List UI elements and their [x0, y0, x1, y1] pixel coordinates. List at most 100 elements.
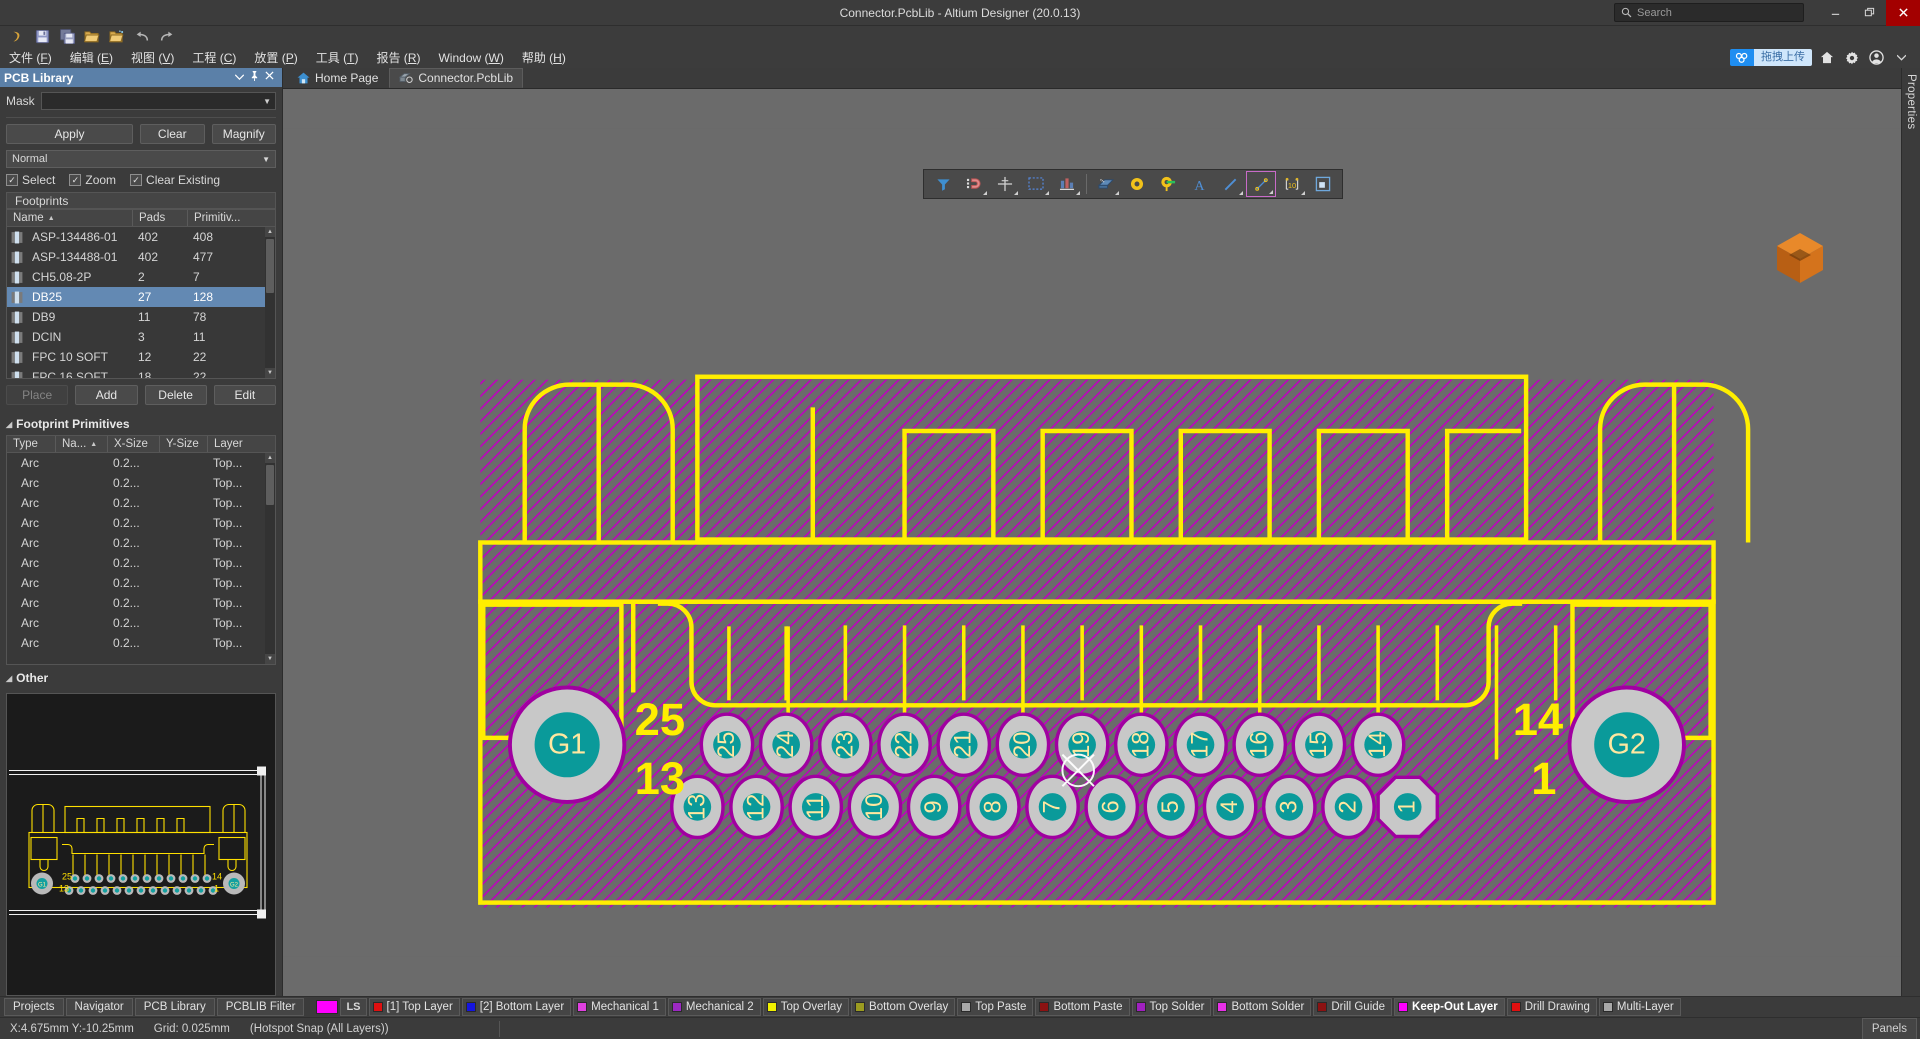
pad-1[interactable]: 1: [1376, 775, 1440, 839]
restore-button[interactable]: [1852, 0, 1886, 26]
mode-select[interactable]: Normal ▼: [6, 150, 276, 168]
document-tab[interactable]: Home Page: [287, 68, 388, 88]
upload-button[interactable]: 拖拽上传: [1730, 49, 1812, 66]
coordinate-icon[interactable]: 10: [1277, 171, 1307, 197]
primitives-column-header[interactable]: X-Size: [107, 436, 159, 452]
pad-22[interactable]: 22: [877, 712, 932, 778]
scroll-up-arrow[interactable]: ▲: [265, 227, 275, 237]
primitive-row[interactable]: Arc 0.2... Top...: [7, 553, 275, 573]
menu-item-9[interactable]: 帮助 (H): [513, 47, 575, 68]
footprint-primitives-header[interactable]: ◢ Footprint Primitives: [0, 411, 282, 435]
layer-tab-top-paste[interactable]: Top Paste: [957, 998, 1034, 1016]
save-icon[interactable]: [31, 27, 53, 46]
redo-icon[interactable]: [156, 27, 178, 46]
filter-icon[interactable]: [928, 171, 958, 197]
menu-item-6[interactable]: 工具 (T): [307, 47, 368, 68]
panel-tab-navigator[interactable]: Navigator: [65, 998, 133, 1016]
menu-item-5[interactable]: 放置 (P): [245, 47, 306, 68]
scroll-down-arrow[interactable]: ▼: [265, 654, 275, 664]
altium-logo-icon[interactable]: [6, 27, 28, 46]
magnify-button[interactable]: Magnify: [211, 124, 276, 144]
primitive-row[interactable]: Arc 0.2... Top...: [7, 533, 275, 553]
panel-tab-projects[interactable]: Projects: [4, 998, 64, 1016]
layer-tab-1-top-layer[interactable]: [1] Top Layer: [368, 998, 460, 1016]
dimension-icon[interactable]: [1246, 171, 1276, 197]
pad-20[interactable]: 20: [995, 712, 1051, 778]
pad-14[interactable]: 14: [1350, 712, 1406, 778]
layer-tab-drill-drawing[interactable]: Drill Drawing: [1506, 998, 1597, 1016]
layer-tab-drill-guide[interactable]: Drill Guide: [1313, 998, 1393, 1016]
layer-tab-top-overlay[interactable]: Top Overlay: [762, 998, 850, 1016]
undo-icon[interactable]: [131, 27, 153, 46]
footprint-row[interactable]: CH5.08-2P 2 7: [7, 267, 275, 287]
polygon-pour-icon[interactable]: [1308, 171, 1338, 197]
scroll-down-arrow[interactable]: ▼: [265, 368, 275, 378]
pin-icon[interactable]: [250, 71, 259, 84]
properties-tab[interactable]: Properties: [1905, 74, 1917, 129]
primitive-row[interactable]: Arc 0.2... Top...: [7, 513, 275, 533]
footprint-row[interactable]: DCIN 3 11: [7, 327, 275, 347]
pad-8[interactable]: 8: [965, 774, 1021, 840]
primitives-column-header[interactable]: Y-Size: [159, 436, 207, 452]
pcb-canvas[interactable]: A 10 25 24 23 22 21 20 19 18 17 16 15 14…: [283, 89, 1901, 996]
layer-tab-2-bottom-layer[interactable]: [2] Bottom Layer: [461, 998, 572, 1016]
footprint-row[interactable]: DB25 27 128: [7, 287, 275, 307]
pad-4[interactable]: 4: [1202, 774, 1258, 840]
pad-21[interactable]: 21: [936, 712, 992, 778]
primitives-column-header[interactable]: Na... ▲: [55, 436, 107, 452]
document-tab[interactable]: Connector.PcbLib: [389, 68, 524, 88]
layer-selector[interactable]: LS: [316, 998, 367, 1016]
clear-button[interactable]: Clear: [140, 124, 205, 144]
close-icon[interactable]: [265, 71, 274, 84]
save-all-icon[interactable]: [56, 27, 78, 46]
edit-button[interactable]: Edit: [213, 385, 276, 405]
pad-3[interactable]: 3: [1261, 774, 1317, 840]
pad-12[interactable]: 12: [729, 774, 784, 840]
primitive-row[interactable]: Arc 0.2... Top...: [7, 633, 275, 653]
db25-footprint-drawing[interactable]: 25 24 23 22 21 20 19 18 17 16 15 1413 12 11 10 9 8 7 6 5 4 3 2…: [283, 89, 1901, 996]
pad-icon[interactable]: [1153, 171, 1183, 197]
text-icon[interactable]: A: [1184, 171, 1214, 197]
pad-23[interactable]: 23: [817, 712, 873, 778]
primitives-scrollbar[interactable]: ▲ ▼: [265, 453, 275, 664]
primitive-row[interactable]: Arc 0.2... Top...: [7, 593, 275, 613]
layer-tab-bottom-overlay[interactable]: Bottom Overlay: [851, 998, 956, 1016]
pad-9[interactable]: 9: [906, 774, 962, 840]
snap-magnet-icon[interactable]: [959, 171, 989, 197]
pad-17[interactable]: 17: [1173, 712, 1228, 778]
layer-tab-bottom-solder[interactable]: Bottom Solder: [1213, 998, 1312, 1016]
menu-item-3[interactable]: 视图 (V): [122, 47, 183, 68]
footprints-table-body[interactable]: ▲ ▼ ASP-134486-01 402 408 ASP-134488-01 402 4…: [7, 227, 275, 378]
scroll-up-arrow[interactable]: ▲: [265, 453, 275, 463]
primitive-row[interactable]: Arc 0.2... Top...: [7, 573, 275, 593]
open-folder-icon[interactable]: [81, 27, 103, 46]
add-button[interactable]: Add: [75, 385, 138, 405]
scroll-thumb[interactable]: [266, 239, 274, 293]
pad-25[interactable]: 25: [699, 712, 755, 778]
checkbox-select[interactable]: ✓ Select: [6, 173, 55, 187]
footprints-column-header[interactable]: Primitiv...: [187, 210, 267, 226]
checkbox-clear-existing[interactable]: ✓ Clear Existing: [130, 173, 220, 187]
panels-button[interactable]: Panels: [1861, 1017, 1917, 1039]
chevron-down-icon[interactable]: [1891, 48, 1912, 67]
close-button[interactable]: [1886, 0, 1920, 26]
layer-tab-keep-out-layer[interactable]: Keep-Out Layer: [1394, 998, 1505, 1016]
open-project-icon[interactable]: [106, 27, 128, 46]
footprint-row[interactable]: FPC 16 SOFT 18 22: [7, 367, 275, 378]
gear-icon[interactable]: [1841, 48, 1862, 67]
pad-18[interactable]: 18: [1113, 712, 1169, 778]
menu-item-4[interactable]: 工程 (C): [183, 47, 245, 68]
via-icon[interactable]: [1122, 171, 1152, 197]
crosshair-icon[interactable]: [990, 171, 1020, 197]
panel-tab-pcblib-filter[interactable]: PCBLIB Filter: [216, 998, 305, 1016]
primitive-row[interactable]: Arc 0.2... Top...: [7, 473, 275, 493]
pad-15[interactable]: 15: [1291, 712, 1347, 778]
primitive-row[interactable]: Arc 0.2... Top...: [7, 493, 275, 513]
footprints-scrollbar[interactable]: ▲ ▼: [265, 227, 275, 378]
layer-tab-top-solder[interactable]: Top Solder: [1131, 998, 1212, 1016]
footprint-preview[interactable]: G1 G2 25 13 14 1: [6, 693, 276, 996]
line-icon[interactable]: [1215, 171, 1245, 197]
footprint-row[interactable]: DB9 11 78: [7, 307, 275, 327]
account-icon[interactable]: [1866, 48, 1887, 67]
pad-2[interactable]: 2: [1321, 774, 1376, 840]
